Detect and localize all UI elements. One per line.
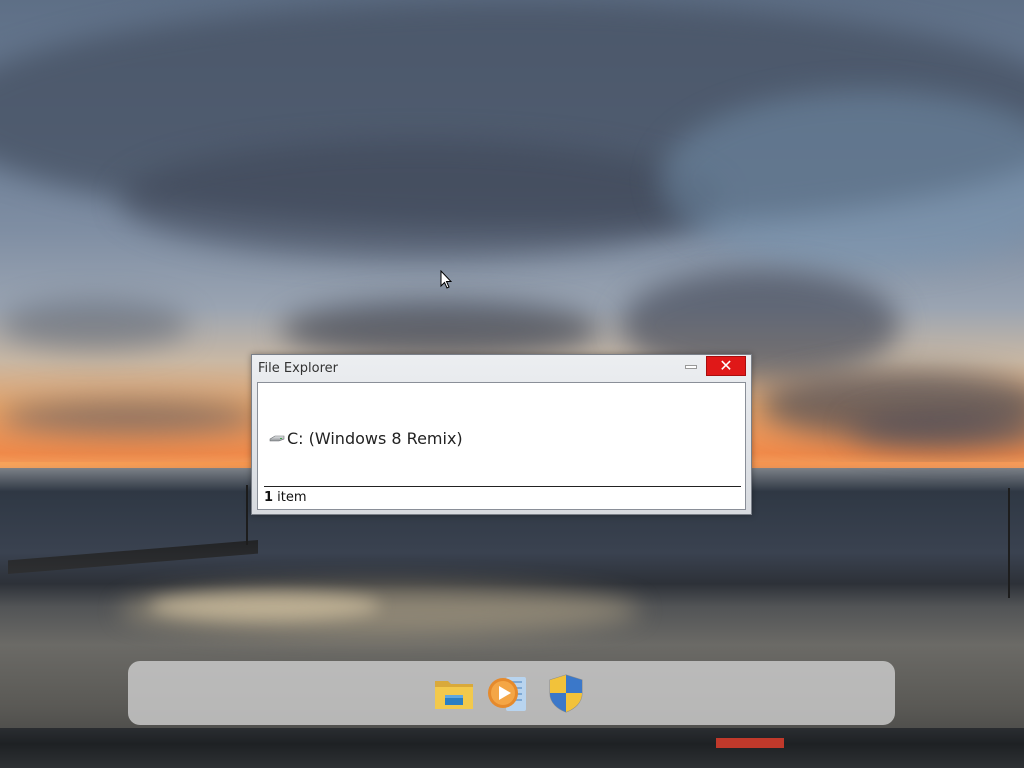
- window-titlebar[interactable]: File Explorer ✕: [252, 355, 751, 381]
- wallpaper-post: [246, 485, 248, 545]
- wallpaper-railing-marker: [716, 738, 784, 748]
- file-explorer-window[interactable]: File Explorer ✕ C: (Windows 8 Remix) 1 i…: [251, 354, 752, 515]
- wallpaper-cloud: [850, 410, 1024, 450]
- status-divider: [264, 486, 741, 487]
- folder-icon[interactable]: [432, 671, 476, 715]
- status-bar: 1 item: [264, 490, 307, 505]
- shield-icon[interactable]: [544, 671, 588, 715]
- wallpaper-cloud: [0, 300, 190, 350]
- list-item-drive-c[interactable]: C: (Windows 8 Remix): [269, 427, 463, 449]
- wallpaper-post: [1008, 488, 1010, 598]
- taskbar-dock: [128, 661, 895, 725]
- drive-icon: [269, 435, 285, 442]
- wallpaper-cloud: [120, 140, 720, 260]
- close-button[interactable]: ✕: [706, 356, 746, 376]
- wallpaper-cloud: [280, 300, 600, 360]
- wallpaper-beach-reflection: [150, 592, 380, 620]
- item-count-unit: item: [273, 490, 307, 505]
- media-player-icon[interactable]: [486, 671, 530, 715]
- wallpaper-groyne: [8, 540, 258, 574]
- window-title: File Explorer: [258, 361, 339, 376]
- file-list[interactable]: C: (Windows 8 Remix) 1 item: [257, 382, 746, 510]
- minimize-button[interactable]: [678, 356, 704, 376]
- drive-label: C: (Windows 8 Remix): [287, 428, 463, 448]
- wallpaper-railing: [0, 728, 1024, 768]
- mouse-cursor-icon: [440, 270, 452, 289]
- item-count: 1: [264, 490, 274, 505]
- desktop: File Explorer ✕ C: (Windows 8 Remix) 1 i…: [0, 0, 1024, 768]
- wallpaper-cloud: [0, 400, 260, 434]
